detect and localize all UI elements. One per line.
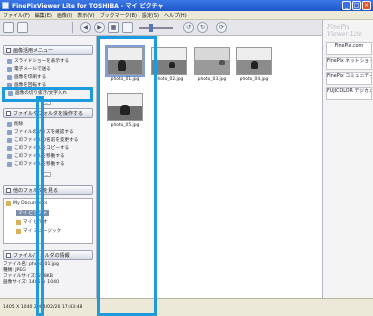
right-panel: FinePix Viewer Lite FinePix.com FinePix … bbox=[322, 20, 373, 298]
tree-my-pictures[interactable]: マイ ピクチャ bbox=[16, 210, 49, 216]
person-figure bbox=[169, 62, 175, 68]
section-image-menu-label: 画像活用メニュー bbox=[13, 47, 54, 54]
panel-toggle-button[interactable] bbox=[17, 22, 28, 33]
menu-file[interactable]: ファイル(F) bbox=[3, 12, 30, 19]
layout-toggle-button[interactable] bbox=[3, 22, 14, 33]
highlight-vertical-guide bbox=[36, 96, 44, 316]
menu-image[interactable]: 画像(I) bbox=[57, 12, 72, 19]
section-icon bbox=[6, 47, 11, 53]
thumbnail-view-button[interactable]: ▦ bbox=[108, 22, 119, 33]
trash-icon bbox=[7, 121, 12, 127]
file-icon bbox=[7, 129, 12, 135]
forward-button[interactable]: ▶ bbox=[94, 22, 105, 33]
section-info[interactable]: ファイル/フォルダの情報 bbox=[3, 250, 93, 260]
thumbnail-item[interactable]: photo_03.jpg bbox=[191, 44, 233, 92]
info-dimensions: 画像サイズ: 1405 × 1040 bbox=[3, 280, 59, 285]
section-icon bbox=[6, 252, 11, 258]
section-icon bbox=[6, 110, 11, 116]
print-icon bbox=[7, 74, 12, 80]
highlight-crop-menu bbox=[2, 87, 93, 102]
menu-bar: ファイル(F) 編集(E) 画像(I) 表示(V) ブックマーク(B) 設定(S… bbox=[0, 11, 373, 20]
link-net-shop[interactable]: FinePix ネットショップ bbox=[326, 57, 372, 70]
rename-icon bbox=[7, 137, 12, 143]
finepix-logo: FinePix Viewer Lite bbox=[327, 24, 363, 38]
window-title: FinePixViewer Lite for TOSHIBA - マイ ピクチャ bbox=[12, 3, 164, 10]
title-bar: FinePixViewer Lite for TOSHIBA - マイ ピクチャ… bbox=[0, 0, 373, 11]
app-icon bbox=[2, 2, 9, 9]
menu-view[interactable]: 表示(V) bbox=[77, 12, 94, 19]
menu-email[interactable]: 電子メールで送る bbox=[7, 65, 51, 73]
folder-icon bbox=[16, 228, 21, 234]
back-button[interactable]: ◀ bbox=[80, 22, 91, 33]
list-view-button[interactable] bbox=[122, 22, 133, 33]
section-icon bbox=[6, 187, 11, 193]
slideshow-icon bbox=[7, 58, 12, 64]
maximize-button[interactable]: □ bbox=[352, 1, 361, 10]
refresh-button[interactable]: ⟳ bbox=[216, 22, 227, 33]
menu-slideshow[interactable]: スライドショーを表示する bbox=[7, 57, 69, 65]
minimize-button[interactable]: _ bbox=[342, 1, 351, 10]
section-file-ops[interactable]: ファイルやフォルダを操作する bbox=[3, 108, 93, 118]
section-file-ops-label: ファイルやフォルダを操作する bbox=[13, 110, 84, 117]
section-image-menu[interactable]: 画像活用メニュー bbox=[3, 45, 93, 55]
folder-tree: My Documents マイ ピクチャ マイ ビデオ マイ ミュージック bbox=[3, 198, 93, 244]
link-fujicolor-print[interactable]: FUJICOLOR デジカメプリント bbox=[326, 87, 372, 100]
move-icon bbox=[7, 153, 12, 159]
file-delete[interactable]: 削除 bbox=[7, 120, 23, 128]
mail-icon bbox=[7, 66, 12, 72]
zoom-slider[interactable] bbox=[139, 23, 173, 32]
rotate-right-button[interactable]: ↻ bbox=[197, 22, 208, 33]
person-figure bbox=[251, 61, 258, 69]
rotate-left-button[interactable]: ↺ bbox=[183, 22, 194, 33]
thumbnail-image bbox=[194, 47, 230, 75]
close-button[interactable]: × bbox=[362, 1, 371, 10]
thumbnail-item[interactable]: photo_04.jpg bbox=[233, 44, 275, 92]
thumbnail-caption: photo_03.jpg bbox=[197, 77, 227, 82]
menu-print[interactable]: 画像を印刷する bbox=[7, 73, 46, 81]
link-community[interactable]: FinePix コミュニティ bbox=[326, 72, 372, 85]
copy-icon bbox=[7, 145, 12, 151]
folder-icon bbox=[6, 201, 11, 206]
section-folders[interactable]: 他のフォルダを見る bbox=[3, 185, 93, 195]
move-icon bbox=[7, 161, 12, 167]
link-finepix-com[interactable]: FinePix.com bbox=[326, 42, 372, 55]
dog-figure bbox=[219, 60, 225, 65]
toolbar-separator bbox=[72, 22, 73, 33]
zoom-slider-knob[interactable] bbox=[149, 23, 153, 32]
menu-bookmark[interactable]: ブックマーク(B) bbox=[100, 12, 137, 19]
file-info: ファイル名: photo_01.jpg 種類: JPEG ファイルサイズ: 21… bbox=[3, 262, 93, 286]
toolbar: ◀ ▶ ▦ ↺ ↻ ⟳ bbox=[0, 20, 322, 36]
folder-icon bbox=[16, 219, 21, 225]
menu-help[interactable]: ヘルプ(H) bbox=[164, 12, 187, 19]
status-bar: 1405 X 1040 2004/02/26 17:43:48 bbox=[0, 298, 373, 316]
menu-edit[interactable]: 編集(E) bbox=[35, 12, 52, 19]
left-panel: 画像活用メニュー スライドショーを表示する 電子メールで送る 画像を印刷する 画… bbox=[0, 36, 97, 298]
thumbnail-caption: photo_04.jpg bbox=[239, 77, 269, 82]
highlight-thumbnail-column bbox=[97, 36, 157, 316]
menu-settings[interactable]: 設定(S) bbox=[142, 12, 159, 19]
thumbnail-image bbox=[236, 47, 272, 75]
